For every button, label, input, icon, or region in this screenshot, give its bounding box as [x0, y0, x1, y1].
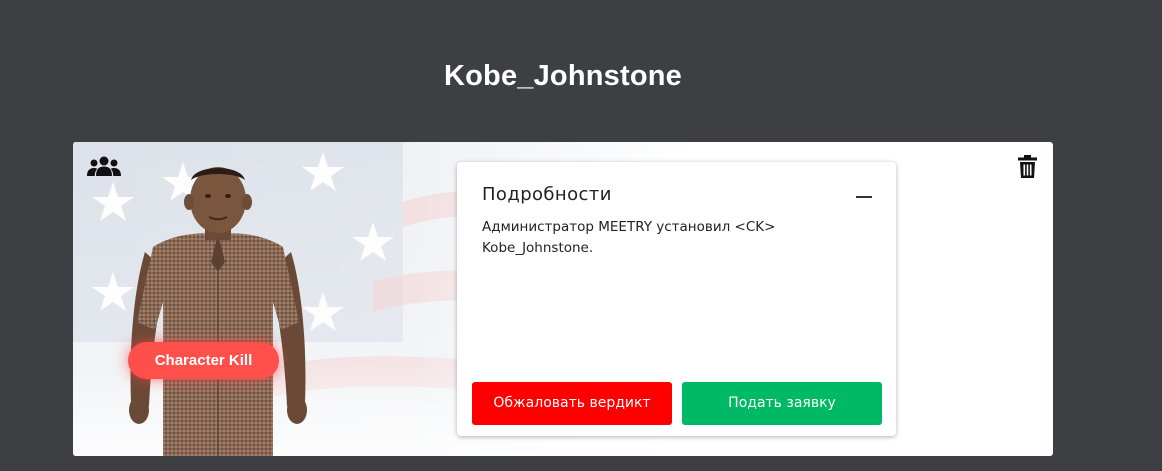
trash-icon[interactable] — [1018, 155, 1037, 178]
character-kill-badge: Character Kill — [128, 342, 279, 379]
users-group-icon[interactable] — [87, 156, 121, 178]
details-panel: Подробности Администратор MEETRY установ… — [457, 162, 896, 436]
punishment-card: Character Kill Подробности Администратор… — [73, 142, 1053, 456]
details-text: Администратор MEETRY установил <CK> Kobe… — [482, 219, 776, 256]
submit-application-button[interactable]: Подать заявку — [682, 382, 882, 425]
appeal-verdict-button[interactable]: Обжаловать вердикт — [472, 382, 672, 425]
character-avatar — [129, 167, 307, 456]
minus-icon[interactable] — [856, 196, 872, 198]
page-title: Kobe_Johnstone — [443, 60, 683, 92]
details-title: Подробности — [482, 184, 612, 205]
